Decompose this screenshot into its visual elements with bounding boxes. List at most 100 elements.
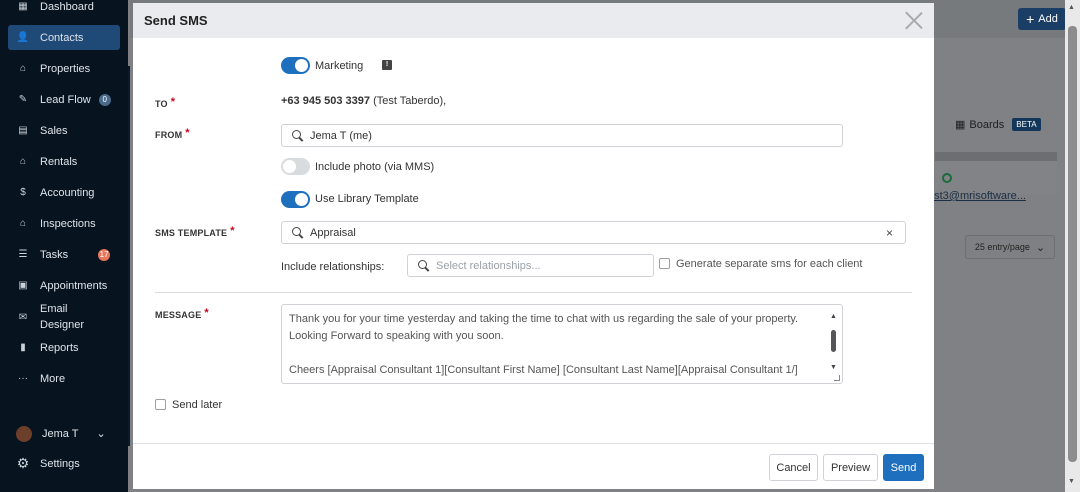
sidebar-item-rentals[interactable]: ⌂ Rentals	[8, 149, 120, 174]
rentals-icon: ⌂	[19, 156, 27, 167]
message-line: Cheers [Appraisal Consultant 1][Consulta…	[289, 364, 798, 376]
sms-template-label-text: SMS TEMPLATE	[155, 228, 228, 238]
sidebar-item-label: More	[40, 372, 66, 385]
search-icon	[418, 259, 430, 272]
message-textarea[interactable]: Thank you for your time yesterday and ta…	[281, 304, 843, 384]
boards-toggle[interactable]: ▦ Boards BETA	[955, 118, 1041, 131]
scroll-up-icon[interactable]: ▲	[1068, 4, 1075, 11]
sidebar-item-reports[interactable]: ▮ Reports	[8, 335, 120, 360]
chevron-down-icon: ⌄	[1035, 241, 1046, 254]
add-button[interactable]: + Add	[1018, 8, 1066, 30]
sidebar-item-label: Sales	[40, 124, 68, 137]
scrollbar-thumb[interactable]	[831, 330, 836, 352]
sidebar-item-appointments[interactable]: ▣ Appointments	[8, 273, 120, 298]
user-menu[interactable]: Jema T ⌄	[8, 421, 120, 446]
sidebar-item-lead-flow[interactable]: ✎ Lead Flow 0	[8, 87, 120, 112]
include-photo-toggle[interactable]	[281, 158, 310, 175]
generate-separate-label: Generate separate sms for each client	[676, 258, 863, 270]
send-button[interactable]: Send	[883, 454, 924, 481]
sidebar-item-email-designer[interactable]: ✉ Email Designer	[8, 300, 120, 334]
relationships-placeholder: Select relationships...	[436, 259, 541, 272]
sidebar-item-dashboard[interactable]: ▦ Dashboard	[8, 0, 120, 19]
scroll-down-icon[interactable]: ▼	[1068, 478, 1075, 485]
modal-title: Send SMS	[144, 13, 208, 28]
modal-footer: Cancel Preview Send	[133, 443, 934, 489]
gear-icon: ⚙	[16, 455, 30, 471]
sidebar-item-label: Email	[40, 303, 68, 315]
toggle-knob	[295, 59, 308, 72]
sidebar-item-inspections[interactable]: ⌂ Inspections	[8, 211, 120, 236]
textarea-scrollbar[interactable]: ▲ ▼	[829, 308, 839, 380]
sidebar-item-more[interactable]: ··· More	[8, 366, 120, 391]
add-button-label: Add	[1038, 13, 1058, 25]
sidebar-item-contacts[interactable]: 👤 Contacts	[8, 25, 120, 50]
to-label: TO *	[155, 96, 175, 110]
plus-icon: +	[1026, 11, 1035, 27]
lead-flow-icon: ✎	[18, 94, 28, 105]
sidebar-item-label: Tasks	[40, 248, 69, 261]
divider	[155, 292, 912, 293]
chevron-down-icon: ⌄	[96, 428, 106, 440]
whatsapp-icon[interactable]	[942, 173, 952, 183]
send-later-checkbox[interactable]	[155, 399, 166, 410]
contact-card	[935, 152, 1057, 194]
cancel-button[interactable]: Cancel	[769, 454, 818, 481]
reports-icon: ▮	[20, 342, 26, 353]
avatar	[16, 425, 32, 442]
sidebar-item-settings[interactable]: ⚙ Settings	[8, 451, 120, 476]
search-icon	[292, 226, 304, 239]
from-select[interactable]: Jema T (me)	[281, 124, 843, 147]
page-scrollbar[interactable]: ▲ ▼	[1065, 0, 1080, 492]
user-name: Jema T	[42, 427, 79, 440]
close-icon[interactable]	[904, 10, 924, 30]
toggle-knob	[283, 160, 296, 173]
sidebar-item-label: Appointments	[40, 279, 108, 292]
sms-template-select[interactable]: Appraisal ×	[281, 221, 906, 244]
info-comment-icon[interactable]: !	[382, 60, 392, 70]
from-value: Jema T (me)	[310, 129, 372, 142]
sidebar-item-sales[interactable]: ▤ Sales	[8, 118, 120, 143]
sidebar-item-label: Accounting	[40, 186, 95, 199]
sidebar-item-label: Rentals	[40, 155, 78, 168]
clear-icon[interactable]: ×	[886, 226, 893, 240]
sidebar-item-label: Settings	[40, 457, 80, 470]
include-relationships-label: Include relationships:	[281, 261, 385, 273]
scroll-up-icon[interactable]: ▲	[830, 308, 837, 325]
use-library-template-toggle[interactable]	[281, 191, 310, 208]
to-recipient: +63 945 503 3397 (Test Taberdo),	[281, 95, 446, 107]
contact-email-link[interactable]: est3@mrisoftware...	[928, 190, 1026, 202]
scrollbar-thumb[interactable]	[1068, 26, 1077, 462]
to-number: +63 945 503 3397	[281, 95, 371, 107]
toggle-knob	[295, 193, 308, 206]
beta-badge: BETA	[1012, 118, 1041, 131]
dashboard-icon: ▦	[18, 1, 28, 12]
properties-icon: ⌂	[19, 63, 27, 74]
use-library-template-label: Use Library Template	[315, 193, 419, 205]
marketing-toggle[interactable]	[281, 57, 310, 74]
relationships-select[interactable]: Select relationships...	[407, 254, 654, 277]
scroll-down-icon[interactable]: ▼	[830, 359, 837, 376]
sales-icon: ▤	[18, 125, 28, 136]
accounting-icon: $	[20, 187, 26, 198]
inspections-icon: ⌂	[19, 218, 27, 229]
tasks-icon: ☰	[18, 249, 28, 260]
sms-template-value: Appraisal	[310, 226, 356, 239]
sidebar-item-label: Properties	[40, 62, 91, 75]
sidebar-item-label: Contacts	[40, 31, 84, 44]
sidebar-item-properties[interactable]: ⌂ Properties	[8, 56, 120, 81]
required-marker: *	[230, 225, 235, 237]
more-icon: ···	[18, 373, 28, 384]
preview-button[interactable]: Preview	[823, 454, 878, 481]
message-label: MESSAGE *	[155, 307, 209, 321]
sidebar-item-tasks[interactable]: ☰ Tasks 17	[8, 242, 120, 267]
sidebar-item-accounting[interactable]: $ Accounting	[8, 180, 120, 205]
sidebar-item-label: Dashboard	[40, 0, 94, 13]
required-marker: *	[204, 307, 209, 319]
from-label-text: FROM	[155, 130, 183, 140]
entries-per-page-select[interactable]: 25 entry/page ⌄	[965, 235, 1055, 259]
sidebar-item-label: Designer	[40, 319, 85, 331]
send-later-label: Send later	[172, 399, 223, 411]
required-marker: *	[185, 127, 190, 139]
resize-handle-icon[interactable]	[834, 375, 840, 381]
generate-separate-checkbox[interactable]	[659, 258, 670, 269]
